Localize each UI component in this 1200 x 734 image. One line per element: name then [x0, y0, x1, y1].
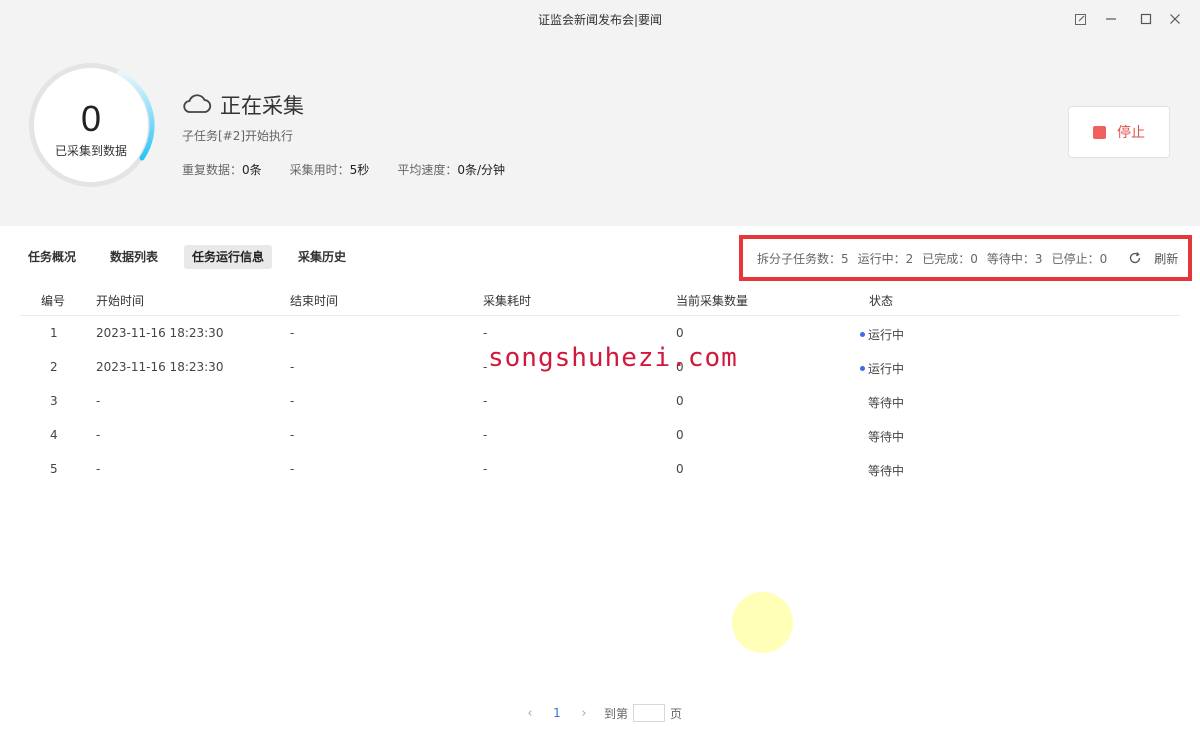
- stop-button[interactable]: 停止: [1068, 106, 1170, 158]
- col-status: 状态: [869, 294, 894, 308]
- table-row[interactable]: 4 - - - 0 等待中: [20, 418, 1180, 452]
- minimize-icon[interactable]: [1102, 10, 1120, 28]
- subtask-message: 子任务[#2]开始执行: [182, 129, 294, 143]
- page-number[interactable]: 1: [546, 706, 568, 720]
- cursor-highlight: [732, 592, 793, 653]
- stop-label: 停止: [1117, 125, 1145, 141]
- stat-elapsed: 采集用时：5秒: [289, 163, 370, 177]
- cell-count: 0: [676, 394, 684, 408]
- col-count: 当前采集数量: [676, 294, 749, 308]
- cell-count: 0: [676, 326, 684, 340]
- refresh-button[interactable]: 刷新: [1154, 250, 1178, 267]
- cell-start: -: [96, 428, 101, 442]
- summary-running: 运行中：2: [857, 251, 914, 266]
- cell-duration: -: [483, 360, 488, 374]
- cell-duration: -: [483, 462, 488, 476]
- cell-status: 运行中: [860, 326, 904, 343]
- maximize-icon[interactable]: [1137, 10, 1155, 28]
- running-dot-icon: [860, 332, 865, 337]
- cell-count: 0: [676, 428, 684, 442]
- col-start: 开始时间: [96, 294, 145, 308]
- subtask-summary: 拆分子任务数：5 运行中：2 已完成：0 等待中：3 已停止：0 刷新: [739, 235, 1192, 281]
- summary-waiting: 等待中：3: [986, 251, 1043, 266]
- cell-id: 3: [50, 394, 58, 408]
- col-end: 结束时间: [290, 294, 339, 308]
- cell-id: 1: [50, 326, 58, 340]
- edit-icon[interactable]: [1071, 10, 1089, 28]
- cell-duration: -: [483, 428, 488, 442]
- cell-status: 等待中: [868, 396, 905, 410]
- table-row[interactable]: 3 - - - 0 等待中: [20, 384, 1180, 418]
- col-id: 编号: [41, 294, 66, 308]
- status-title: 正在采集: [220, 94, 304, 118]
- cell-end: -: [290, 326, 295, 340]
- cell-status: 等待中: [868, 430, 905, 444]
- tab-data-list[interactable]: 数据列表: [102, 245, 166, 269]
- cloud-icon: [183, 94, 212, 113]
- refresh-icon[interactable]: [1128, 251, 1142, 265]
- cell-start: 2023-11-16 18:23:30: [96, 360, 224, 374]
- cell-status: 运行中: [860, 360, 904, 377]
- cell-start: -: [96, 462, 101, 476]
- stat-duplicate: 重复数据：0条: [182, 163, 262, 177]
- summary-total: 拆分子任务数：5: [757, 251, 849, 266]
- collected-label: 已采集到数据: [54, 144, 127, 158]
- tab-overview[interactable]: 任务概况: [20, 245, 84, 269]
- table-header: 编号 开始时间 结束时间 采集耗时 当前采集数量 状态: [20, 284, 1180, 316]
- cell-duration: -: [483, 326, 488, 340]
- running-dot-icon: [860, 366, 865, 371]
- tab-history[interactable]: 采集历史: [290, 245, 354, 269]
- stat-speed: 平均速度：0条/分钟: [397, 163, 506, 177]
- header-area: 证监会新闻发布会|要闻 0 已采集到数据 正在采集 子任务[#2]开始执行 重复…: [0, 0, 1200, 226]
- tab-bar: 任务概况 数据列表 任务运行信息 采集历史: [20, 245, 372, 269]
- watermark: songshuhezi.com: [488, 343, 738, 373]
- cell-count: 0: [676, 462, 684, 476]
- next-page-icon[interactable]: ›: [574, 706, 594, 721]
- prev-page-icon[interactable]: ‹: [520, 706, 540, 721]
- cell-id: 4: [50, 428, 58, 442]
- page-suffix: 页: [670, 706, 683, 721]
- cell-end: -: [290, 462, 295, 476]
- cell-id: 2: [50, 360, 58, 374]
- cell-end: -: [290, 394, 295, 408]
- window-title: 证监会新闻发布会|要闻: [537, 13, 663, 27]
- stop-icon: [1093, 125, 1106, 139]
- summary-completed: 已完成：0: [922, 251, 978, 266]
- collected-count: 0: [80, 98, 102, 139]
- col-duration: 采集耗时: [483, 294, 532, 308]
- cell-status: 等待中: [868, 464, 905, 478]
- tab-run-info[interactable]: 任务运行信息: [184, 245, 273, 269]
- stats-row: 重复数据：0条 采集用时：5秒 平均速度：0条/分钟: [182, 161, 533, 178]
- cell-end: -: [290, 360, 295, 374]
- goto-label: 到第: [604, 706, 629, 721]
- cell-start: -: [96, 394, 101, 408]
- cell-id: 5: [50, 462, 58, 476]
- title-bar: 证监会新闻发布会|要闻: [0, 0, 1200, 38]
- summary-stopped: 已停止：0: [1051, 251, 1108, 266]
- pagination: ‹ 1 › 到第 页: [520, 704, 682, 722]
- cell-end: -: [290, 428, 295, 442]
- goto-page-input[interactable]: [633, 704, 666, 722]
- close-icon[interactable]: [1166, 10, 1184, 28]
- table-row[interactable]: 5 - - - 0 等待中: [20, 452, 1180, 486]
- cell-duration: -: [483, 394, 488, 408]
- cell-start: 2023-11-16 18:23:30: [96, 326, 224, 340]
